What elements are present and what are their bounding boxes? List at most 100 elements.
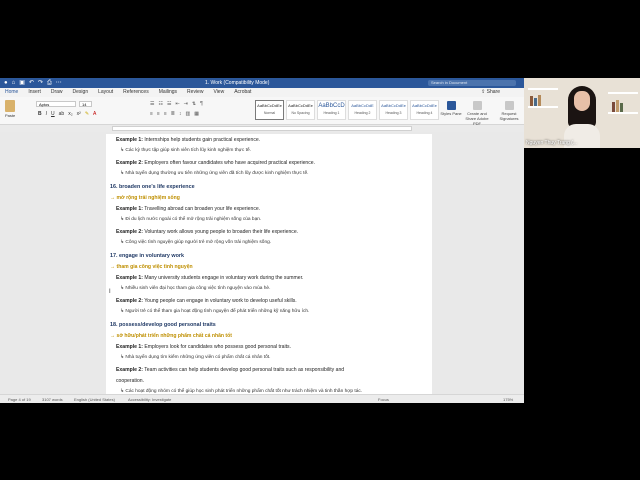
line-text: 16. broaden one's life experience: [110, 184, 195, 190]
example-line: cooperation.: [116, 378, 144, 384]
status-bar: Page 4 of 19 3107 words English (United …: [0, 394, 524, 403]
example-line: Example 2: Voluntary work allows young p…: [116, 229, 298, 235]
align-left-icon[interactable]: ≡: [150, 111, 153, 117]
tab-mailings[interactable]: Mailings: [154, 88, 182, 97]
align-right-icon[interactable]: ≡: [164, 111, 167, 117]
superscript-button[interactable]: x²: [77, 111, 81, 117]
page-count[interactable]: Page 4 of 19: [8, 397, 31, 402]
tab-view[interactable]: View: [208, 88, 229, 97]
styles-pane-icon: [446, 101, 456, 110]
example-label: Example 2:: [116, 298, 143, 304]
book: [616, 100, 619, 112]
shelf: [608, 92, 638, 94]
tab-design[interactable]: Design: [68, 88, 94, 97]
outdent-icon[interactable]: ⇤: [175, 101, 179, 107]
line-spacing-icon[interactable]: ↕: [179, 111, 182, 117]
highlight-icon[interactable]: ✎: [85, 111, 89, 117]
redo-icon[interactable]: ↷: [38, 79, 43, 87]
style-heading-4[interactable]: AaBbCcDdEe Heading 4: [410, 100, 439, 120]
focus-button[interactable]: Focus: [378, 397, 389, 402]
style-heading-3[interactable]: AaBbCcDdEe Heading 3: [379, 100, 408, 120]
style-heading-2[interactable]: AaBbCcDdE Heading 2: [348, 100, 377, 120]
accessibility-status[interactable]: Accessibility: Investigate: [128, 397, 171, 402]
bullets-icon[interactable]: ☰: [150, 101, 154, 107]
create-pdf-button[interactable]: Create and Share Adobe PDF: [462, 101, 492, 126]
style-name: Heading 3: [385, 111, 402, 115]
shading-icon[interactable]: ▥: [185, 111, 190, 117]
tab-review[interactable]: Review: [182, 88, 208, 97]
multilevel-icon[interactable]: ☱: [167, 101, 171, 107]
language-status[interactable]: English (United States): [74, 397, 115, 402]
window-title: 1. Work (Compatibility Mode): [205, 80, 270, 86]
ruler-bar: [112, 126, 412, 131]
style-sample: AaBbCcDdEe: [288, 103, 313, 108]
ribbon-tabs: Home Insert Draw Design Layout Reference…: [0, 88, 524, 98]
example-label: Example 2:: [116, 367, 143, 373]
example-line: Example 1: Many university students enga…: [116, 275, 303, 281]
home-icon[interactable]: ⌂: [12, 79, 16, 87]
word-count[interactable]: 3107 words: [42, 397, 63, 402]
print-icon[interactable]: ⎙: [47, 79, 52, 87]
zoom-level[interactable]: 175%: [503, 397, 513, 402]
request-signatures-label: Request Signatures: [499, 111, 519, 121]
search-input[interactable]: Search in Document: [428, 80, 516, 86]
bold-button[interactable]: B: [38, 111, 42, 117]
tab-home[interactable]: Home: [0, 88, 24, 98]
style-no-spacing[interactable]: AaBbCcDdEe No Spacing: [286, 100, 315, 120]
font-color-icon[interactable]: A: [93, 111, 96, 117]
line-text: Internships help students gain practical…: [142, 137, 261, 143]
style-heading-1[interactable]: AaBbCcD Heading 1: [317, 100, 346, 120]
subscript-button[interactable]: x₂: [68, 111, 72, 117]
paste-button[interactable]: Paste: [5, 100, 15, 118]
underline-button[interactable]: U: [51, 111, 55, 117]
justify-icon[interactable]: ≣: [171, 111, 175, 117]
tab-draw[interactable]: Draw: [46, 88, 68, 97]
tab-layout[interactable]: Layout: [93, 88, 118, 97]
tab-insert[interactable]: Insert: [23, 88, 46, 97]
translation-line: ↳ Công việc tình nguyện giúp người trẻ m…: [120, 240, 271, 245]
tab-acrobat[interactable]: Acrobat: [229, 88, 256, 97]
style-name: Heading 1: [323, 111, 340, 115]
request-signatures-button[interactable]: Request Signatures: [494, 101, 524, 121]
save-icon[interactable]: ▣: [19, 79, 25, 87]
italic-button[interactable]: I: [46, 111, 47, 117]
line-text: ↳ Các kỳ thực tập giúp sinh viên tích lũ…: [120, 148, 251, 153]
phrase-heading: 17. engage in voluntary work: [110, 253, 184, 259]
example-label: Example 1:: [116, 344, 143, 350]
book: [530, 96, 533, 106]
line-text: ↳ Người trẻ có thể tham gia hoạt động tì…: [120, 309, 310, 314]
style-name: Normal: [263, 111, 276, 115]
book: [534, 98, 537, 106]
line-text: Young people can engage in voluntary wor…: [142, 298, 297, 304]
example-line: Example 1: Internships help students gai…: [116, 137, 260, 143]
phrase-meaning: → tham gia công việc tình nguyện: [110, 264, 193, 270]
close-icon[interactable]: ●: [4, 79, 8, 87]
line-text: Voluntary work allows young people to br…: [142, 229, 299, 235]
undo-icon[interactable]: ↶: [29, 79, 34, 87]
pdf-icon: [472, 101, 482, 110]
more-icon[interactable]: ⋯: [56, 79, 62, 87]
book: [620, 103, 623, 112]
line-text: → sở hữu/phát triển những phẩm chất cá n…: [110, 333, 232, 339]
horizontal-ruler[interactable]: [0, 125, 524, 132]
sort-icon[interactable]: ⇅: [192, 101, 196, 107]
font-name-select[interactable]: Aptos: [36, 101, 76, 107]
indent-icon[interactable]: ⇥: [184, 101, 188, 107]
create-pdf-label: Create and Share Adobe PDF: [465, 111, 489, 126]
phrase-heading: 18. possess/develop good personal traits: [110, 322, 216, 328]
strikethrough-button[interactable]: ab: [59, 111, 65, 117]
font-size-select[interactable]: 14: [79, 101, 92, 107]
styles-pane-label: Styles Pane: [440, 111, 462, 116]
numbering-icon[interactable]: ☷: [158, 101, 162, 107]
line-text: ↳ Nhà tuyển dụng thường ưu tiên những ứn…: [120, 171, 309, 176]
style-sample: AaBbCcDdE: [351, 103, 374, 108]
align-center-icon[interactable]: ≡: [157, 111, 160, 117]
translation-line: ↳ Các kỳ thực tập giúp sinh viên tích lũ…: [120, 148, 251, 153]
style-sample: AaBbCcDdEe: [257, 103, 282, 108]
share-button[interactable]: ⇪ Share: [481, 89, 500, 96]
share-label: Share: [486, 89, 500, 95]
style-normal[interactable]: AaBbCcDdEe Normal: [255, 100, 284, 120]
tab-references[interactable]: References: [118, 88, 154, 97]
pilcrow-icon[interactable]: ¶: [200, 101, 203, 107]
borders-icon[interactable]: ▦: [194, 111, 199, 117]
